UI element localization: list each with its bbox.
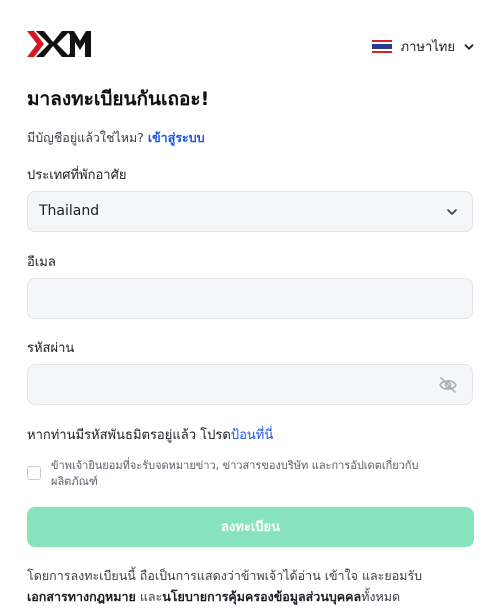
chevron-down-icon (447, 209, 457, 215)
login-prompt-text: มีบัญชีอยู่แล้วใช่ไหม? (27, 130, 144, 145)
login-link[interactable]: เข้าสู่ระบบ (148, 130, 205, 145)
referral-text: หากท่านมีรหัสพันธมิตรอยู่แล้ว โปรดป้อนที… (27, 424, 273, 445)
privacy-policy-link[interactable]: นโยบายการคุ้มครองข้อมูลส่วนบุคคล (162, 589, 361, 604)
country-label: ประเทศที่พักอาศัย (27, 168, 127, 183)
terms-tail: ทั้งหมด (361, 589, 401, 604)
language-label: ภาษาไทย (400, 40, 455, 55)
xm-logo[interactable] (27, 31, 91, 57)
newsletter-checkbox[interactable] (27, 466, 41, 480)
terms-notice: โดยการลงทะเบียนนี้ ถือเป็นการแสดงว่าข้าพ… (27, 565, 477, 607)
email-field-wrapper (27, 278, 473, 319)
password-label: รหัสผ่าน (27, 341, 75, 356)
legal-documents-link[interactable]: เอกสารทางกฎหมาย (27, 589, 136, 604)
country-select[interactable]: Thailand (27, 191, 473, 232)
referral-prompt: หากท่านมีรหัสพันธมิตรอยู่แล้ว โปรด (27, 428, 231, 443)
register-button[interactable]: ลงทะเบียน (27, 507, 474, 547)
terms-and: และ (135, 589, 163, 604)
referral-link[interactable]: ป้อนที่นี่ (231, 428, 273, 443)
password-field-wrapper (27, 364, 473, 405)
login-prompt: มีบัญชีอยู่แล้วใช่ไหม? เข้าสู่ระบบ (27, 128, 205, 148)
terms-line: โดยการลงทะเบียนนี้ ถือเป็นการแสดงว่าข้าพ… (27, 568, 423, 583)
newsletter-consent-text: ข้าพเจ้ายินยอมที่จะรับจดหมายข่าว, ข่าวสา… (51, 459, 419, 488)
email-field[interactable] (28, 279, 472, 318)
country-value: Thailand (39, 203, 100, 219)
email-label: อีเมล (27, 255, 56, 270)
password-field[interactable] (28, 365, 472, 404)
language-selector[interactable]: ภาษาไทย (371, 36, 474, 57)
page-title: มาลงทะเบียนกันเถอะ! (27, 88, 210, 110)
eye-off-icon[interactable] (438, 376, 458, 394)
thai-flag-icon (371, 39, 392, 54)
chevron-down-icon (464, 43, 474, 50)
